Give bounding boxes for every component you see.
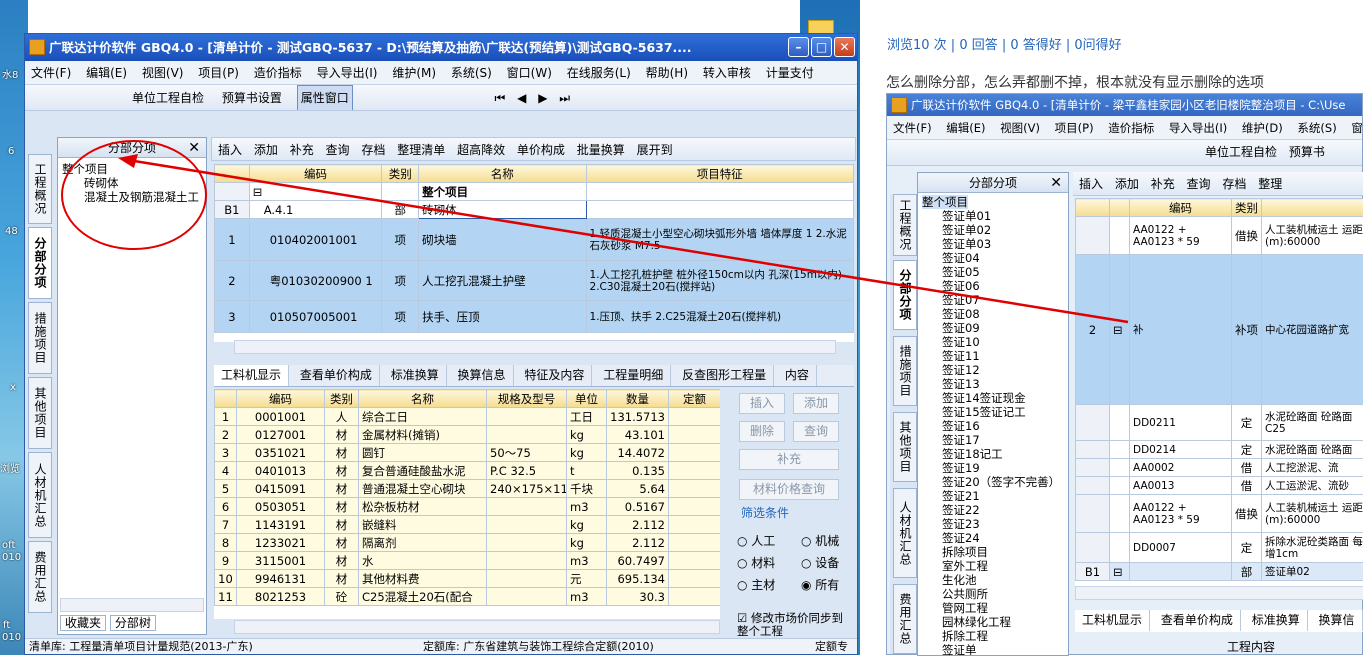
annotation-arrow — [0, 0, 1363, 655]
arrow-head — [118, 154, 138, 168]
arrow-line — [128, 160, 1128, 322]
